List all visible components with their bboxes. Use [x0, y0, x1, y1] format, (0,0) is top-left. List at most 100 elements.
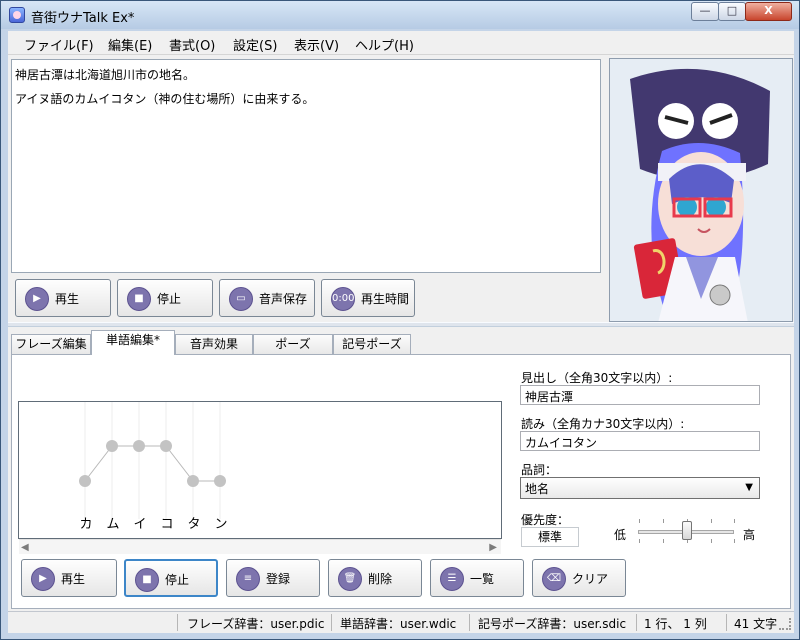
save-audio-button-label: 音声保存	[259, 292, 308, 306]
slider-tick	[663, 519, 664, 523]
pitch-kana: イ	[133, 517, 147, 532]
slider-tick	[711, 519, 712, 523]
pitch-kana: ン	[214, 517, 228, 532]
heading-input[interactable]: 神居古潭	[520, 385, 760, 405]
part-of-speech-label: 品詞：	[521, 463, 558, 477]
tab-voice-effects[interactable]: 音声効果	[175, 334, 253, 355]
status-separator	[636, 614, 637, 631]
menu-help[interactable]: ヘルプ(H)	[355, 35, 414, 54]
word-stop-button-label: 停止	[165, 573, 190, 587]
heading-label: 見出し（全角30文字以内）:	[521, 371, 673, 385]
minimize-button[interactable]: —	[691, 2, 719, 21]
play-button-label: 再生	[55, 292, 80, 306]
title-bar[interactable]: 音街ウナTalk Ex* — □ X	[1, 1, 799, 29]
pitch-point[interactable]	[133, 440, 145, 452]
application-window: 音街ウナTalk Ex* — □ X ファイル(F) 編集(E) 書式(O) 設…	[0, 0, 800, 640]
slider-tick	[711, 539, 712, 543]
list-button[interactable]: ☰ 一覧	[430, 559, 524, 597]
trash-icon: 🗑	[338, 567, 362, 591]
clear-button-label: クリア	[572, 572, 609, 586]
pitch-kana: ム	[106, 517, 120, 532]
editor-line-1[interactable]: 神居古潭は北海道旭川市の地名。	[15, 66, 195, 83]
pitch-point[interactable]	[106, 440, 118, 452]
register-icon: ≡	[236, 567, 260, 591]
pitch-point[interactable]	[214, 475, 226, 487]
menu-format[interactable]: 書式(O)	[169, 35, 215, 54]
app-icon[interactable]	[9, 7, 25, 23]
register-button-label: 登録	[266, 572, 291, 586]
character-portrait	[609, 58, 793, 322]
pitch-kana: タ	[187, 517, 201, 532]
menu-bar: ファイル(F) 編集(E) 書式(O) 設定(S) 表示(V) ヘルプ(H)	[8, 31, 794, 55]
pitch-kana: カ	[79, 517, 93, 532]
status-separator	[469, 614, 470, 631]
list-button-label: 一覧	[470, 572, 495, 586]
tab-word-edit[interactable]: 単語編集*	[91, 330, 175, 355]
tab-phrase-edit[interactable]: フレーズ編集	[11, 334, 91, 355]
pitch-point[interactable]	[160, 440, 172, 452]
reading-input[interactable]: カムイコタン	[520, 431, 760, 451]
slider-tick	[639, 519, 640, 523]
word-play-button[interactable]: ▶ 再生	[21, 559, 117, 597]
menu-view[interactable]: 表示(V)	[294, 35, 339, 54]
maximize-icon: □	[726, 4, 738, 17]
delete-button[interactable]: 🗑 削除	[328, 559, 422, 597]
pane-splitter[interactable]	[8, 322, 794, 327]
slider-tick	[734, 519, 735, 523]
status-bar: フレーズ辞書：user.pdic 単語辞書：user.wdic 記号ポーズ辞書：…	[8, 611, 794, 633]
register-button[interactable]: ≡ 登録	[226, 559, 320, 597]
resize-grip-icon[interactable]	[779, 618, 791, 630]
menu-edit[interactable]: 編集(E)	[108, 35, 152, 54]
playback-time-button-label: 再生時間	[361, 292, 410, 306]
menu-settings[interactable]: 設定(S)	[233, 35, 277, 54]
pitch-point[interactable]	[79, 475, 91, 487]
window-title: 音街ウナTalk Ex*	[31, 11, 135, 26]
save-icon: ▭	[229, 287, 253, 311]
play-button[interactable]: ▶ 再生	[15, 279, 111, 317]
play-icon: ▶	[31, 567, 55, 591]
menu-file[interactable]: ファイル(F)	[24, 35, 94, 54]
slider-tick	[734, 539, 735, 543]
editor-line-2[interactable]: アイヌ語のカムイコタン（神の住む場所）に由来する。	[15, 90, 314, 107]
symbol-dictionary-status: 記号ポーズ辞書：user.sdic	[478, 617, 627, 631]
status-separator	[331, 614, 332, 631]
high-label: 高	[743, 528, 756, 542]
stop-icon: ■	[135, 568, 159, 592]
tab-pause[interactable]: ポーズ	[253, 334, 333, 355]
word-play-button-label: 再生	[61, 572, 86, 586]
phrase-dictionary-status: フレーズ辞書：user.pdic	[187, 617, 325, 631]
priority-slider-thumb[interactable]	[682, 521, 692, 540]
cursor-position-status: 1 行、 1 列	[644, 617, 707, 631]
close-icon: X	[764, 4, 773, 17]
scroll-left-icon[interactable]: ◀	[21, 542, 29, 553]
word-stop-button[interactable]: ■ 停止	[124, 559, 218, 597]
character-illustration	[610, 59, 792, 321]
word-dictionary-status: 単語辞書：user.wdic	[340, 617, 457, 631]
maximize-button[interactable]: □	[718, 2, 746, 21]
reading-label: 読み（全角カナ30文字以内）:	[521, 417, 685, 431]
tab-symbol-pause[interactable]: 記号ポーズ	[333, 334, 411, 355]
stop-button[interactable]: ■ 停止	[117, 279, 213, 317]
delete-button-label: 削除	[368, 572, 393, 586]
chevron-down-icon: ▼	[745, 482, 753, 493]
pitch-segment[interactable]	[165, 445, 194, 482]
stop-icon: ■	[127, 287, 151, 311]
scroll-right-icon[interactable]: ▶	[489, 542, 497, 553]
pitch-point[interactable]	[187, 475, 199, 487]
pitch-segment[interactable]	[84, 445, 113, 482]
eraser-icon: ⌫	[542, 567, 566, 591]
save-audio-button[interactable]: ▭ 音声保存	[219, 279, 315, 317]
text-editor[interactable]: 神居古潭は北海道旭川市の地名。 アイヌ語のカムイコタン（神の住む場所）に由来する…	[11, 59, 601, 273]
stop-button-label: 停止	[157, 292, 182, 306]
slider-tick	[639, 539, 640, 543]
clear-button[interactable]: ⌫ クリア	[532, 559, 626, 597]
part-of-speech-select[interactable]: 地名 ▼	[520, 477, 760, 499]
horizontal-scrollbar[interactable]: ◀ ▶	[19, 539, 501, 554]
list-icon: ☰	[440, 567, 464, 591]
close-button[interactable]: X	[745, 2, 792, 21]
play-icon: ▶	[25, 287, 49, 311]
character-count-status: 41 文字	[734, 617, 778, 631]
playback-time-button[interactable]: 0:00 再生時間	[321, 279, 415, 317]
pitch-kana: コ	[160, 517, 174, 532]
slider-tick	[663, 539, 664, 543]
